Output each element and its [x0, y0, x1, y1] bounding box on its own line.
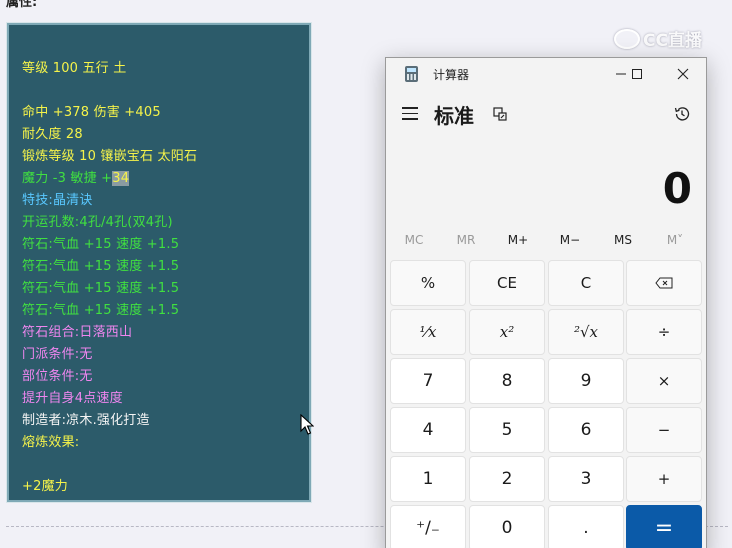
magic-agility-text: 魔力 -3 敏捷 + — [22, 171, 113, 186]
tooltip-line-maker: 制造者:凉木.强化打造 — [22, 413, 150, 428]
tooltip-line-durability: 耐久度 28 — [22, 127, 83, 142]
maximize-button[interactable] — [622, 63, 652, 85]
digit-5-button[interactable]: 5 — [469, 407, 545, 453]
watermark-icon — [614, 28, 640, 49]
memory-recall-button[interactable]: MR — [442, 233, 490, 247]
memory-clear-button[interactable]: MC — [390, 233, 438, 247]
digit-4-button[interactable]: 4 — [390, 407, 466, 453]
window-title: 计算器 — [433, 68, 470, 82]
history-icon[interactable] — [673, 105, 691, 123]
percent-button[interactable]: % — [390, 260, 466, 306]
digit-3-button[interactable]: 3 — [548, 456, 624, 502]
multiply-button[interactable]: × — [626, 358, 702, 404]
tooltip-line-runestone: 符石:气血 +15 速度 +1.5 — [22, 259, 180, 274]
keep-on-top-icon[interactable] — [492, 106, 508, 122]
maximize-icon — [632, 69, 642, 79]
tooltip-line-runestone: 符石:气血 +15 速度 +1.5 — [22, 281, 180, 296]
selected-value: 34 — [112, 171, 130, 186]
memory-row: MC MR M+ M− MS M˅ — [386, 233, 706, 253]
tooltip-line-hit-damage: 命中 +378 伤害 +405 — [22, 105, 161, 120]
tooltip-line-part-condition: 部位条件:无 — [22, 369, 93, 384]
subtract-button[interactable]: − — [626, 407, 702, 453]
memory-subtract-button[interactable]: M− — [546, 233, 594, 247]
digit-2-button[interactable]: 2 — [469, 456, 545, 502]
add-button[interactable]: + — [626, 456, 702, 502]
negate-button[interactable]: ⁺∕₋ — [390, 505, 466, 548]
menu-button[interactable] — [402, 107, 418, 121]
calculator-app-icon — [405, 66, 418, 82]
watermark-text: CC直播 — [643, 31, 702, 51]
title-bar[interactable]: 计算器 — [386, 58, 706, 90]
memory-list-button[interactable]: M˅ — [651, 233, 699, 247]
square-label: x² — [499, 323, 515, 341]
tooltip-line-magic-agility: 魔力 -3 敏捷 +34 — [22, 167, 130, 186]
equals-button[interactable]: = — [626, 505, 702, 548]
tooltip-line-smelt-bonus: +2魔力 — [22, 479, 68, 494]
menu-icon — [402, 107, 418, 109]
tooltip-line-smelt: 熔炼效果: — [22, 435, 80, 450]
digit-0-button[interactable]: 0 — [469, 505, 545, 548]
square-root-button[interactable]: ²√x — [548, 309, 624, 355]
divide-button[interactable]: ÷ — [626, 309, 702, 355]
tooltip-line-level: 等级 100 五行 土 — [22, 61, 127, 76]
square-root-label: ²√x — [573, 323, 599, 341]
tooltip-line-slots: 开运孔数:4孔/4孔(双4孔) — [22, 215, 173, 230]
reciprocal-label: ¹⁄x — [419, 323, 437, 341]
digit-1-button[interactable]: 1 — [390, 456, 466, 502]
mouse-cursor-icon — [300, 414, 314, 435]
tooltip-line-forge: 锻炼等级 10 镶嵌宝石 太阳石 — [22, 149, 198, 164]
tooltip-line-runestone: 符石:气血 +15 速度 +1.5 — [22, 237, 180, 252]
mode-title: 标准 — [434, 104, 474, 128]
decimal-button[interactable]: . — [548, 505, 624, 548]
clear-button[interactable]: C — [548, 260, 624, 306]
digit-7-button[interactable]: 7 — [390, 358, 466, 404]
close-button[interactable] — [668, 63, 698, 85]
watermark-logo: CC直播 — [614, 26, 702, 51]
section-label: 属性: — [6, 0, 38, 10]
digit-6-button[interactable]: 6 — [548, 407, 624, 453]
backspace-button[interactable] — [626, 260, 702, 306]
digit-9-button[interactable]: 9 — [548, 358, 624, 404]
tooltip-line-effect: 提升自身4点速度 — [22, 391, 123, 406]
result-display: 0 — [662, 164, 692, 213]
square-button[interactable]: x² — [469, 309, 545, 355]
clear-entry-button[interactable]: CE — [469, 260, 545, 306]
close-icon — [677, 68, 689, 80]
memory-store-button[interactable]: MS — [599, 233, 647, 247]
backspace-icon — [655, 277, 673, 289]
item-tooltip: 等级 100 五行 土 命中 +378 伤害 +405 耐久度 28 锻炼等级 … — [6, 22, 312, 503]
reciprocal-button[interactable]: ¹⁄x — [390, 309, 466, 355]
tooltip-line-runestone: 符石:气血 +15 速度 +1.5 — [22, 303, 180, 318]
tooltip-line-sect-condition: 门派条件:无 — [22, 347, 93, 362]
tooltip-line-skill: 特技:晶清诀 — [22, 193, 93, 208]
memory-add-button[interactable]: M+ — [494, 233, 542, 247]
calculator-window: 计算器 标准 0 MC MR M+ M− MS M˅ % CE C ¹⁄x x²… — [385, 57, 707, 548]
tooltip-line-combo: 符石组合:日落西山 — [22, 325, 133, 340]
digit-8-button[interactable]: 8 — [469, 358, 545, 404]
